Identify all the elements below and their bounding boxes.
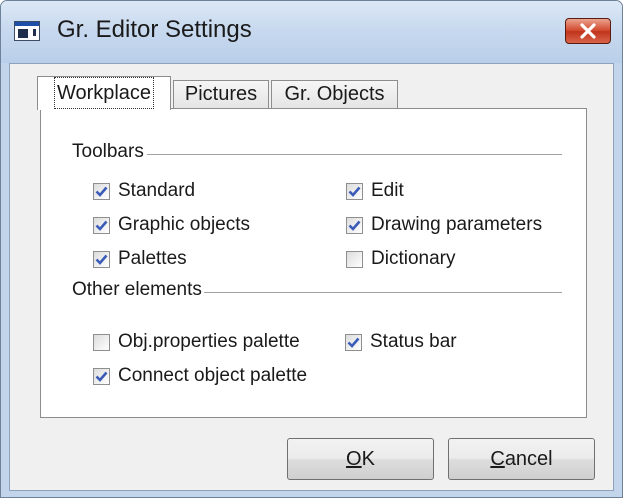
close-button[interactable] bbox=[565, 18, 611, 44]
checkbox-box bbox=[93, 333, 110, 351]
checkmark-icon bbox=[347, 337, 360, 348]
tab-workplace[interactable]: Workplace bbox=[37, 76, 171, 110]
checkbox-obj-properties-palette[interactable]: Obj.properties palette bbox=[93, 331, 300, 353]
checkbox-drawing-parameters[interactable]: Drawing parameters bbox=[346, 214, 542, 236]
tab-gr-objects[interactable]: Gr. Objects bbox=[271, 80, 398, 109]
checkbox-box bbox=[346, 216, 363, 234]
checkbox-label: Drawing parameters bbox=[371, 214, 543, 235]
checkbox-box bbox=[346, 250, 363, 268]
checkbox-status-bar[interactable]: Status bar bbox=[345, 331, 457, 353]
checkbox-box bbox=[93, 182, 110, 200]
checkbox-label: Status bar bbox=[370, 331, 457, 352]
checkbox-box bbox=[346, 182, 363, 200]
ok-accelerator: O bbox=[346, 448, 362, 470]
checkbox-label: Graphic objects bbox=[118, 214, 251, 235]
cancel-accelerator: C bbox=[490, 448, 505, 470]
checkbox-graphic-objects[interactable]: Graphic objects bbox=[93, 214, 250, 236]
other-elements-group-label: Other elements bbox=[72, 279, 202, 301]
tab-gr-objects-label: Gr. Objects bbox=[284, 83, 385, 105]
ok-label-rest: K bbox=[361, 448, 375, 470]
ok-button[interactable]: OK bbox=[287, 438, 434, 480]
checkmark-icon bbox=[95, 186, 108, 197]
checkbox-label: Obj.properties palette bbox=[118, 331, 300, 352]
checkbox-palettes[interactable]: Palettes bbox=[93, 248, 187, 270]
checkmark-icon bbox=[348, 186, 361, 197]
title-bar[interactable]: Gr. Editor Settings bbox=[1, 1, 622, 63]
tab-pictures-label: Pictures bbox=[184, 83, 258, 105]
checkmark-icon bbox=[95, 371, 108, 382]
checkbox-standard[interactable]: Standard bbox=[93, 180, 195, 202]
checkbox-box bbox=[93, 250, 110, 268]
window-title: Gr. Editor Settings bbox=[57, 16, 252, 43]
toolbars-divider bbox=[147, 154, 562, 155]
checkmark-icon bbox=[95, 220, 108, 231]
checkbox-label: Edit bbox=[371, 180, 404, 201]
toolbars-group-label: Toolbars bbox=[72, 141, 144, 163]
checkbox-box bbox=[345, 333, 362, 351]
tab-pictures[interactable]: Pictures bbox=[173, 80, 269, 109]
other-elements-divider bbox=[204, 292, 562, 293]
tab-panel-workplace: Toolbars Standard Edit Graphic objects D… bbox=[40, 108, 587, 418]
checkbox-label: Standard bbox=[118, 180, 196, 201]
close-icon bbox=[580, 23, 596, 39]
checkbox-box bbox=[93, 216, 110, 234]
cancel-button[interactable]: Cancel bbox=[448, 438, 595, 480]
checkmark-icon bbox=[348, 220, 361, 231]
checkbox-label: Dictionary bbox=[371, 248, 456, 269]
cancel-label-rest: ancel bbox=[504, 448, 553, 470]
settings-dialog: Gr. Editor Settings Workplace Pictures G… bbox=[0, 0, 623, 498]
checkbox-label: Palettes bbox=[118, 248, 187, 269]
checkbox-connect-object-palette[interactable]: Connect object palette bbox=[93, 365, 307, 387]
checkbox-label: Connect object palette bbox=[118, 365, 308, 386]
dialog-body: Workplace Pictures Gr. Objects Toolbars … bbox=[9, 63, 614, 491]
checkbox-edit[interactable]: Edit bbox=[346, 180, 404, 202]
app-window-icon bbox=[14, 21, 40, 41]
checkmark-icon bbox=[95, 254, 108, 265]
tab-workplace-label: Workplace bbox=[53, 77, 155, 109]
checkbox-dictionary[interactable]: Dictionary bbox=[346, 248, 455, 270]
checkbox-box bbox=[93, 367, 110, 385]
